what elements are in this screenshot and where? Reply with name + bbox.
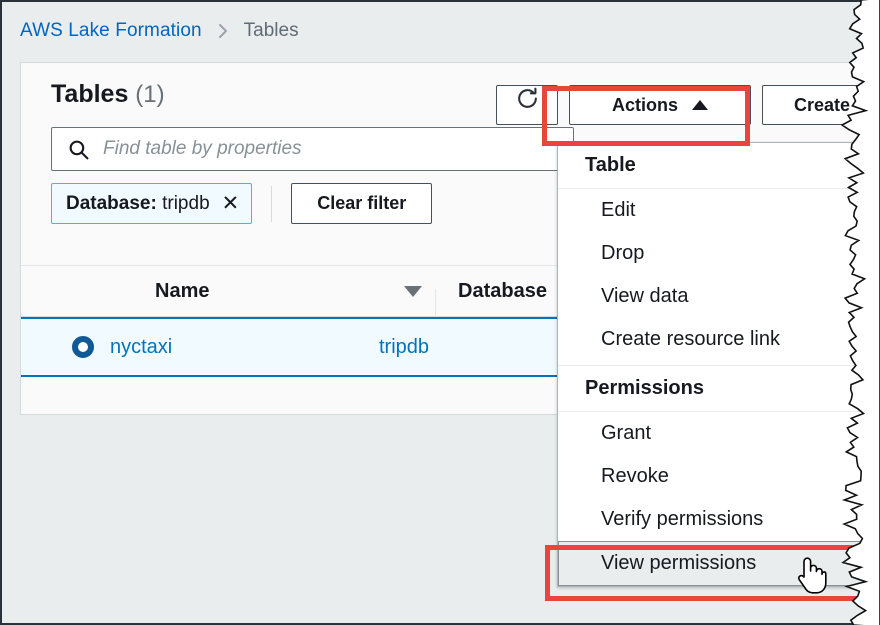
search-placeholder: Find table by properties (103, 138, 302, 160)
panel-header: Tables (1) Actions Cr (21, 63, 880, 131)
panel-header-actions: Actions Create (496, 85, 880, 125)
refresh-icon (515, 86, 540, 124)
cell-database-name-link[interactable]: tripdb (379, 336, 429, 358)
actions-dropdown-menu: Table Edit Drop View data Create resourc… (557, 142, 870, 587)
menu-item-view-permissions[interactable]: View permissions (558, 541, 870, 586)
sort-descending-icon[interactable] (404, 286, 422, 297)
page-title-text: Tables (51, 80, 128, 108)
menu-item-edit[interactable]: Edit (558, 189, 870, 232)
filter-token-database[interactable]: Database: tripdb ✕ (51, 183, 252, 224)
chevron-right-icon (215, 23, 231, 39)
page-title: Tables (1) (51, 80, 165, 109)
create-button[interactable]: Create (762, 85, 880, 125)
search-input[interactable]: Find table by properties (51, 127, 574, 171)
menu-item-grant[interactable]: Grant (558, 412, 870, 455)
filter-token-row: Database: tripdb ✕ Clear filter (51, 183, 432, 224)
table-header-database-label: Database (458, 280, 547, 303)
refresh-button[interactable] (496, 85, 558, 125)
breadcrumb-item-lake-formation[interactable]: AWS Lake Formation (20, 20, 202, 42)
menu-item-revoke[interactable]: Revoke (558, 455, 870, 498)
create-button-label: Create (794, 86, 850, 124)
actions-button-label: Actions (612, 86, 678, 124)
close-icon[interactable]: ✕ (222, 193, 240, 214)
table-count: (1) (135, 81, 164, 108)
filter-token-value: tripdb (162, 193, 210, 214)
screenshot-root: AWS Lake Formation Tables Tables (1) (0, 0, 880, 625)
breadcrumb: AWS Lake Formation Tables (20, 20, 299, 42)
filter-token-key: Database: (66, 193, 157, 214)
menu-item-create-resource-link[interactable]: Create resource link (558, 318, 870, 361)
cell-database-name[interactable]: tripdb (379, 336, 429, 359)
clear-filter-button[interactable]: Clear filter (291, 183, 432, 224)
frame-edge-left (0, 0, 2, 625)
cell-table-name-link[interactable]: nyctaxi (110, 336, 172, 358)
frame-edge-top (0, 0, 880, 2)
table-header-name-label: Name (155, 280, 209, 303)
caret-up-icon (692, 100, 708, 110)
actions-button[interactable]: Actions (569, 85, 751, 125)
table-header-name[interactable]: Name (131, 280, 436, 303)
row-radio-selected[interactable] (72, 336, 94, 358)
menu-item-drop[interactable]: Drop (558, 232, 870, 275)
menu-group-title-permissions: Permissions (558, 366, 870, 412)
search-icon (68, 139, 89, 160)
filter-divider (271, 186, 272, 222)
cell-table-name[interactable]: nyctaxi (94, 336, 379, 359)
breadcrumb-item-tables[interactable]: Tables (244, 20, 299, 42)
menu-group-title-table: Table (558, 143, 870, 189)
menu-item-view-data[interactable]: View data (558, 275, 870, 318)
menu-item-verify-permissions[interactable]: Verify permissions (558, 498, 870, 541)
filter-token-text: Database: tripdb (66, 193, 210, 215)
clear-filter-label: Clear filter (317, 184, 406, 223)
